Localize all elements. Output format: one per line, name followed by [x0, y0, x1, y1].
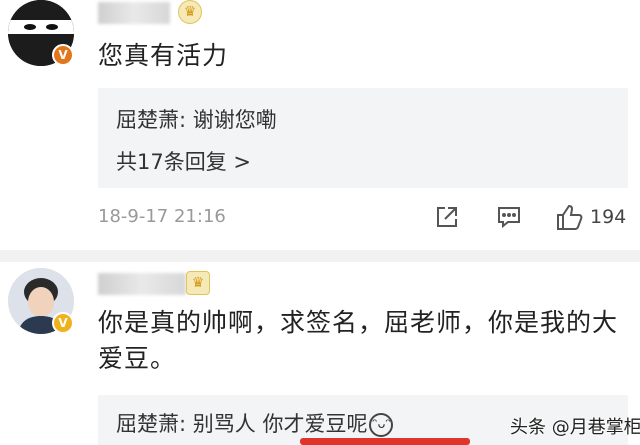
reply-text: 别骂人 你才爱豆呢 — [192, 412, 368, 436]
reply-text: 谢谢您嘞 — [192, 108, 277, 132]
reply-box[interactable]: 屈楚萧: 谢谢您嘞 共17条回复 > — [98, 88, 628, 188]
reply-line: 屈楚萧: 别骂人 你才爱豆呢 ᵔᴗᵔ — [116, 408, 394, 438]
comment-icon[interactable] — [496, 204, 522, 230]
reply-separator: : — [179, 412, 193, 436]
username-blurred[interactable] — [98, 273, 186, 295]
red-progress-bar — [300, 438, 470, 445]
username-blurred[interactable] — [98, 2, 170, 24]
like-icon[interactable] — [554, 202, 584, 232]
reply-line: 屈楚萧: 谢谢您嘞 — [116, 104, 277, 134]
laugh-emoji-icon: ᵔᴗᵔ — [369, 413, 394, 437]
divider — [0, 250, 640, 262]
verified-badge: V — [52, 312, 74, 334]
comment-text: 你是真的帅啊，求签名，屈老师，你是我的大爱豆。 — [98, 308, 619, 373]
watermark: 头条 @月巷掌柜 — [510, 417, 640, 438]
crown-icon: ♛ — [186, 271, 210, 295]
like-count: 194 — [590, 206, 627, 228]
reply-author[interactable]: 屈楚萧 — [116, 412, 179, 436]
share-icon[interactable] — [434, 204, 460, 230]
verified-badge: V — [52, 44, 74, 66]
crown-icon: ♛ — [178, 0, 202, 24]
comment-timestamp: 18-9-17 21:16 — [98, 206, 226, 227]
reply-author[interactable]: 屈楚萧 — [116, 108, 179, 132]
reply-separator: : — [179, 108, 193, 132]
view-replies-link[interactable]: 共17条回复 > — [116, 146, 251, 176]
comment-text: 您真有活力 — [98, 41, 229, 70]
